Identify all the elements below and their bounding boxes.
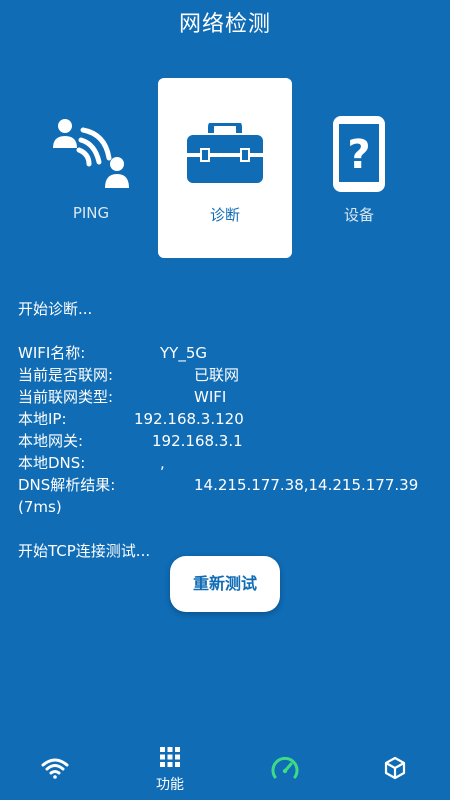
local-dns-key: 本地DNS:: [18, 454, 86, 472]
connected-value: 已联网: [194, 366, 240, 384]
diagnostic-log: 开始诊断... WIFI名称: YY_5G 当前是否联网: 已联网 当前联网类型…: [18, 298, 438, 562]
bottom-nav: 功能: [0, 740, 450, 800]
nav-speed[interactable]: [240, 740, 330, 800]
toolbox-icon: [185, 114, 265, 194]
grid-icon: [159, 746, 181, 772]
tab-diagnose[interactable]: 诊断: [158, 78, 292, 258]
nav-box[interactable]: [350, 740, 440, 800]
dns-result-key: DNS解析结果:: [18, 476, 116, 494]
gateway-value: 192.168.3.1: [152, 432, 243, 450]
retest-button[interactable]: 重新测试: [170, 556, 280, 612]
local-dns-value: ,: [160, 454, 165, 472]
wifi-icon: [41, 757, 69, 783]
log-row-local-dns: 本地DNS: ,: [18, 452, 438, 474]
speedometer-icon: [271, 755, 299, 785]
svg-text:?: ?: [347, 132, 370, 178]
tab-ping[interactable]: PING: [24, 78, 158, 258]
device-question-icon: ?: [331, 114, 387, 194]
nav-functions[interactable]: 功能: [125, 740, 215, 800]
log-row-local-ip: 本地IP: 192.168.3.120: [18, 408, 438, 430]
log-row-dns-result: DNS解析结果: 14.215.177.38,14.215.177.39: [18, 474, 438, 496]
log-row-net-type: 当前联网类型: WIFI: [18, 386, 438, 408]
nav-functions-label: 功能: [156, 777, 184, 793]
tab-ping-label: PING: [72, 204, 110, 222]
gateway-key: 本地网关:: [18, 432, 84, 450]
wifi-name-value: YY_5G: [160, 344, 207, 362]
tab-bar: PING 诊断 ? 设备: [0, 78, 450, 258]
net-type-key: 当前联网类型:: [18, 388, 114, 406]
local-ip-value: 192.168.3.120: [134, 410, 244, 428]
tab-device-label: 设备: [343, 206, 374, 224]
net-type-value: WIFI: [194, 388, 227, 406]
dns-result-value: 14.215.177.38,14.215.177.39: [194, 476, 419, 494]
connected-key: 当前是否联网:: [18, 366, 114, 384]
log-dns-time: (7ms): [18, 498, 62, 516]
wifi-name-key: WIFI名称:: [18, 344, 86, 362]
tab-device[interactable]: ? 设备: [292, 78, 426, 258]
tab-diagnose-label: 诊断: [209, 206, 240, 224]
log-start: 开始诊断...: [18, 300, 93, 318]
nav-wifi[interactable]: [10, 740, 100, 800]
ping-signal-icon: [51, 114, 131, 194]
log-row-connected: 当前是否联网: 已联网: [18, 364, 438, 386]
page-title: 网络检测: [178, 12, 271, 37]
log-row-wifi-name: WIFI名称: YY_5G: [18, 342, 438, 364]
local-ip-key: 本地IP:: [18, 410, 67, 428]
cube-icon: [383, 756, 407, 784]
log-row-gateway: 本地网关: 192.168.3.1: [18, 430, 438, 452]
